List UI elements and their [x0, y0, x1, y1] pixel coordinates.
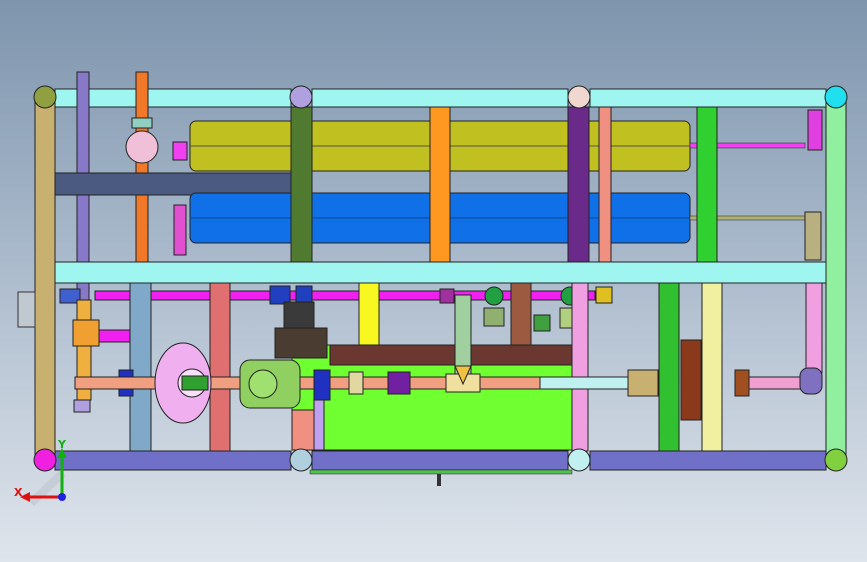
column-olive-green[interactable]: [290, 106, 313, 263]
corner-node-bottom-left[interactable]: [33, 448, 57, 472]
column-purple[interactable]: [567, 106, 590, 263]
left-frame-post[interactable]: [34, 99, 56, 456]
corner-node-bottom-3[interactable]: [567, 448, 591, 472]
orange-vertical-pipe[interactable]: [135, 71, 149, 263]
tank-drain-pipe[interactable]: [309, 469, 573, 475]
right-elbow[interactable]: [799, 367, 823, 395]
pipe-coupling-3[interactable]: [295, 285, 313, 305]
pump-inlet[interactable]: [181, 375, 209, 391]
column-green[interactable]: [696, 106, 718, 263]
top-rail-left[interactable]: [54, 88, 292, 108]
lower-column-salmon[interactable]: [209, 282, 231, 452]
column-salmon-thin[interactable]: [598, 106, 612, 263]
middle-rail[interactable]: [54, 261, 827, 284]
lower-column-cream[interactable]: [701, 282, 723, 452]
corner-node-bottom-right[interactable]: [824, 448, 848, 472]
lower-column-steel-blue[interactable]: [129, 282, 152, 452]
gauge-mount[interactable]: [131, 117, 153, 129]
corner-node-top-left[interactable]: [33, 85, 57, 109]
bottom-rail-right[interactable]: [589, 450, 827, 471]
valve-body-3[interactable]: [533, 314, 551, 332]
right-fitting-lower[interactable]: [804, 211, 822, 261]
top-rail-middle[interactable]: [311, 88, 569, 108]
top-rail-right[interactable]: [589, 88, 827, 108]
motor-fan-cover[interactable]: [248, 369, 278, 399]
pipe-coupling-2[interactable]: [269, 285, 291, 305]
pressure-gauge[interactable]: [125, 130, 159, 164]
inline-fitting-right[interactable]: [627, 369, 659, 397]
yellow-coupling-right[interactable]: [595, 286, 613, 304]
cad-viewport[interactable]: X Y: [0, 0, 867, 562]
corner-node-top-3[interactable]: [567, 85, 591, 109]
lower-column-pink-right[interactable]: [805, 282, 823, 374]
blue-tank-fitting[interactable]: [173, 204, 187, 256]
bottom-rail-left[interactable]: [54, 450, 292, 471]
olive-tank-fitting[interactable]: [172, 141, 188, 161]
tank-box-purple-panel[interactable]: [313, 399, 325, 451]
drain-valve-stem[interactable]: [437, 474, 441, 486]
assembly-model[interactable]: [0, 0, 867, 562]
column-orange[interactable]: [429, 106, 451, 263]
triad-y-label: Y: [58, 438, 66, 451]
orange-tee-fitting[interactable]: [72, 319, 100, 347]
tank-box-top[interactable]: [329, 344, 573, 366]
green-drop-pipe[interactable]: [454, 294, 472, 376]
corner-node-bottom-2[interactable]: [289, 448, 313, 472]
motor-terminal-box[interactable]: [274, 327, 328, 359]
inline-fitting-brown[interactable]: [734, 369, 750, 397]
triad-x-label: X: [14, 486, 23, 499]
upper-cross-beam[interactable]: [54, 172, 292, 196]
brown-mounting-plate[interactable]: [680, 339, 702, 421]
bottom-rail-middle[interactable]: [311, 450, 569, 471]
left-bracket[interactable]: [17, 291, 36, 328]
corner-node-top-right[interactable]: [824, 85, 848, 109]
motor-coupling[interactable]: [313, 369, 331, 401]
tank-box-pink-right[interactable]: [571, 282, 589, 452]
right-frame-post[interactable]: [825, 99, 847, 456]
left-drain-fitting[interactable]: [73, 399, 91, 413]
tank-box-left-panel[interactable]: [291, 409, 315, 451]
valve-body-1[interactable]: [483, 307, 505, 327]
right-fitting-upper[interactable]: [807, 109, 823, 151]
magenta-short-pipe[interactable]: [98, 329, 131, 343]
inline-fitting-purple[interactable]: [387, 371, 411, 395]
inline-fitting-cream[interactable]: [348, 371, 364, 395]
pipe-coupling-4[interactable]: [439, 288, 455, 304]
lower-column-green[interactable]: [658, 282, 680, 452]
main-pipe-light-section[interactable]: [539, 376, 631, 390]
motor-flange[interactable]: [283, 301, 315, 329]
valve-green-1[interactable]: [484, 286, 504, 306]
corner-node-top-2[interactable]: [289, 85, 313, 109]
